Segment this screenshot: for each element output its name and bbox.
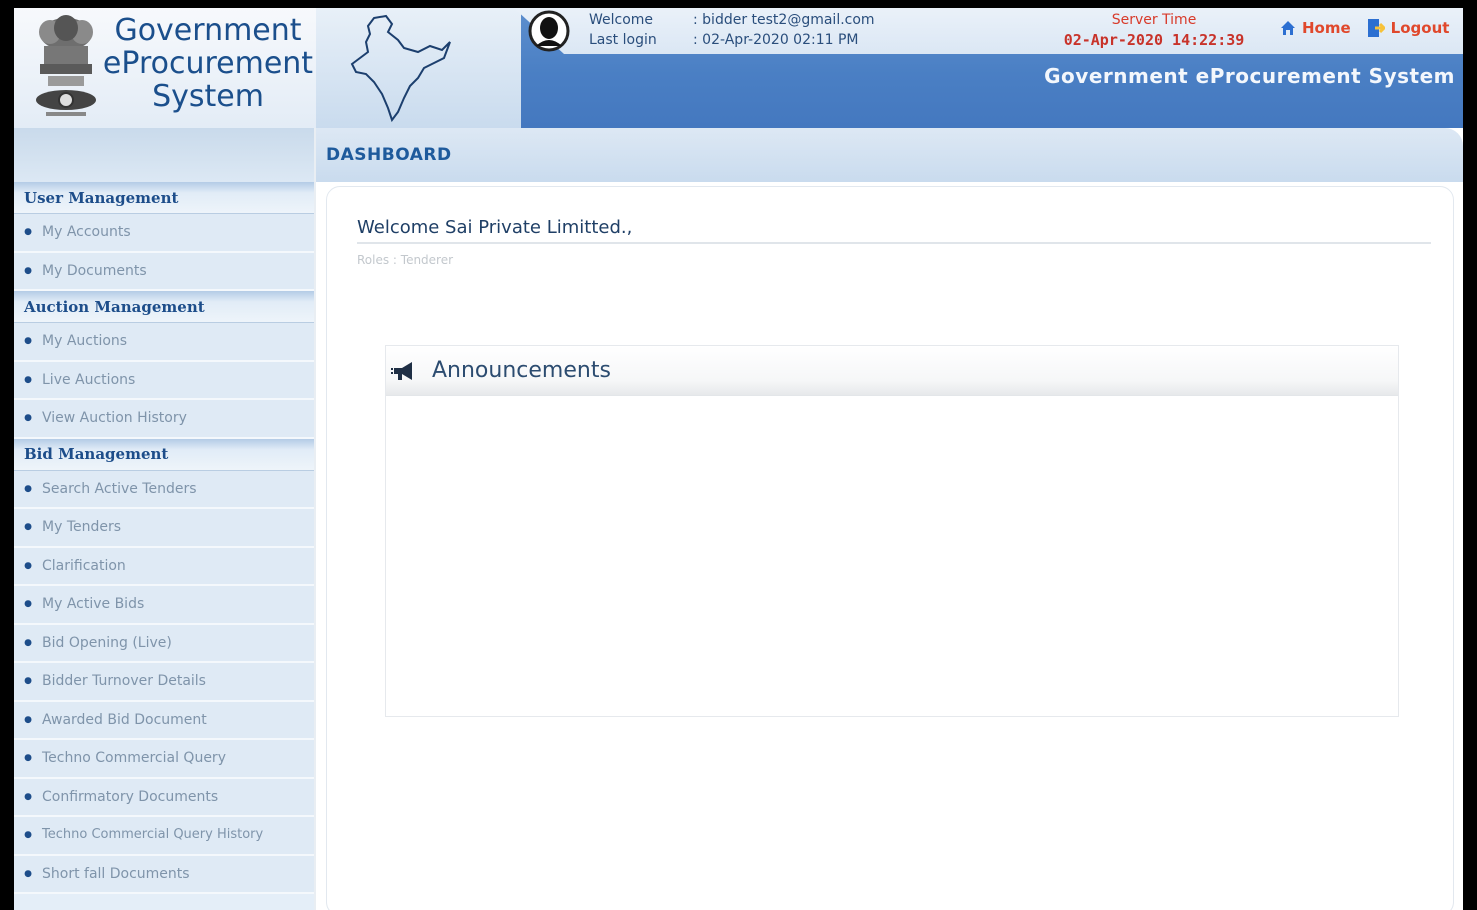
sidebar-item-confirmatory-documents[interactable]: ● Confirmatory Documents — [14, 778, 314, 817]
sidebar-item-bidder-turnover-details[interactable]: ● Bidder Turnover Details — [14, 663, 314, 702]
app-frame: Government eProcurement System Welcome :… — [14, 8, 1463, 910]
sidebar-item-label: Clarification — [42, 557, 126, 574]
bullet-icon: ● — [24, 791, 32, 802]
sidebar-item-search-active-tenders[interactable]: ● Search Active Tenders — [14, 470, 314, 509]
sidebar-item-bid-opening-live[interactable]: ● Bid Opening (Live) — [14, 624, 314, 663]
brand-title-line-2: eProcurement — [102, 46, 314, 81]
sidebar-item-my-active-bids[interactable]: ● My Active Bids — [14, 586, 314, 625]
announcements-header: Announcements — [386, 346, 1398, 396]
server-time: Server Time 02-Apr-2020 14:22:39 — [1044, 10, 1264, 50]
page-title: DASHBOARD — [326, 145, 452, 165]
bullet-icon: ● — [24, 599, 32, 610]
bullet-icon: ● — [24, 676, 32, 687]
sidebar-item-label: My Active Bids — [42, 596, 145, 613]
bullet-icon: ● — [24, 522, 32, 533]
sidebar-item-label: Techno Commercial Query — [42, 750, 226, 767]
sidebar-item-label: Short fall Documents — [42, 865, 190, 882]
brand-block: Government eProcurement System — [14, 8, 316, 128]
last-login-value: : 02-Apr-2020 02:11 PM — [693, 32, 859, 48]
content-card: Welcome Sai Private Limitted., Roles : T… — [326, 186, 1454, 910]
bullet-icon: ● — [24, 560, 32, 571]
announcements-panel: Announcements — [385, 345, 1399, 717]
header: Government eProcurement System Welcome :… — [14, 8, 1463, 128]
top-links: Home Logout — [1280, 18, 1449, 38]
india-map-icon — [350, 14, 451, 123]
announcements-title: Announcements — [432, 358, 611, 383]
megaphone-icon — [391, 361, 412, 380]
logout-link[interactable]: Logout — [1367, 18, 1450, 38]
sidebar-item-label: Techno Commercial Query History — [42, 827, 264, 843]
sidebar-item-label: My Auctions — [42, 333, 128, 350]
sidebar-item-view-auction-history[interactable]: ● View Auction History — [14, 400, 314, 439]
bullet-icon: ● — [24, 637, 32, 648]
sidebar-item-my-accounts[interactable]: ● My Accounts — [14, 214, 314, 253]
bullet-icon: ● — [24, 413, 32, 424]
server-time-label: Server Time — [1111, 12, 1197, 28]
bullet-icon: ● — [24, 227, 32, 238]
user-avatar-icon — [528, 10, 570, 52]
section-bid-management: Bid Management — [14, 438, 314, 471]
section-auction-management: Auction Management — [14, 291, 314, 323]
sidebar-item-label: Bid Opening (Live) — [42, 634, 172, 651]
roles-text: Roles : Tenderer — [357, 253, 454, 267]
brand-title-line-1: Government — [114, 13, 302, 48]
sidebar-item-label: Search Active Tenders — [42, 480, 197, 497]
sidebar-item-my-tenders[interactable]: ● My Tenders — [14, 509, 314, 548]
sidebar-item-label: My Accounts — [42, 224, 131, 241]
sidebar-item-awarded-bid-document[interactable]: ● Awarded Bid Document — [14, 701, 314, 740]
logout-icon — [1367, 19, 1385, 37]
sidebar-item-label: Confirmatory Documents — [42, 788, 219, 805]
brand-title: Government eProcurement System — [102, 14, 314, 113]
sidebar-top — [14, 128, 314, 182]
sidebar-item-label: My Documents — [42, 262, 147, 279]
national-emblem-icon — [36, 15, 96, 116]
section-user-management: User Management — [14, 182, 314, 214]
sidebar-item-my-auctions[interactable]: ● My Auctions — [14, 323, 314, 362]
sidebar-item-live-auctions[interactable]: ● Live Auctions — [14, 361, 314, 400]
sidebar-item-label: Awarded Bid Document — [42, 711, 207, 728]
sidebar-item-label: Bidder Turnover Details — [42, 673, 206, 690]
sidebar-item-label: Live Auctions — [42, 371, 136, 388]
server-time-value: 02-Apr-2020 14:22:39 — [1063, 31, 1245, 49]
bullet-icon: ● — [24, 336, 32, 347]
welcome-message: Welcome Sai Private Limitted., — [357, 217, 1431, 244]
welcome-email: : bidder test2@gmail.com — [693, 12, 875, 28]
logout-link-label: Logout — [1390, 19, 1450, 37]
home-link-label: Home — [1302, 19, 1351, 37]
sidebar-item-short-fall-documents[interactable]: ● Short fall Documents — [14, 855, 314, 894]
login-info: Welcome : bidder test2@gmail.com Last lo… — [589, 10, 875, 50]
home-icon — [1281, 21, 1295, 35]
sidebar-item-techno-commercial-query[interactable]: ● Techno Commercial Query — [14, 740, 314, 779]
brand-title-line-3: System — [152, 79, 264, 114]
bullet-icon: ● — [24, 265, 32, 276]
bullet-icon: ● — [24, 753, 32, 764]
sidebar-item-my-documents[interactable]: ● My Documents — [14, 252, 314, 291]
dashboard-header: DASHBOARD — [316, 128, 1463, 182]
bullet-icon: ● — [24, 714, 32, 725]
last-login-label: Last login — [589, 32, 657, 48]
main-panel: DASHBOARD Welcome Sai Private Limitted.,… — [316, 128, 1463, 910]
bullet-icon: ● — [24, 374, 32, 385]
map-banner — [316, 8, 521, 128]
bullet-icon: ● — [24, 830, 32, 841]
welcome-label: Welcome — [589, 12, 654, 28]
sidebar-item-label: My Tenders — [42, 519, 122, 536]
home-link[interactable]: Home — [1280, 18, 1351, 38]
system-title: Government eProcurement System — [1044, 64, 1455, 88]
sidebar-item-techno-commercial-query-history[interactable]: ● Techno Commercial Query History — [14, 817, 314, 856]
sidebar-item-label: View Auction History — [42, 410, 187, 427]
sidebar-item-clarification[interactable]: ● Clarification — [14, 547, 314, 586]
bullet-icon: ● — [24, 868, 32, 879]
bullet-icon: ● — [24, 483, 32, 494]
sidebar: User Management ● My Accounts ● My Documen… — [14, 128, 314, 910]
